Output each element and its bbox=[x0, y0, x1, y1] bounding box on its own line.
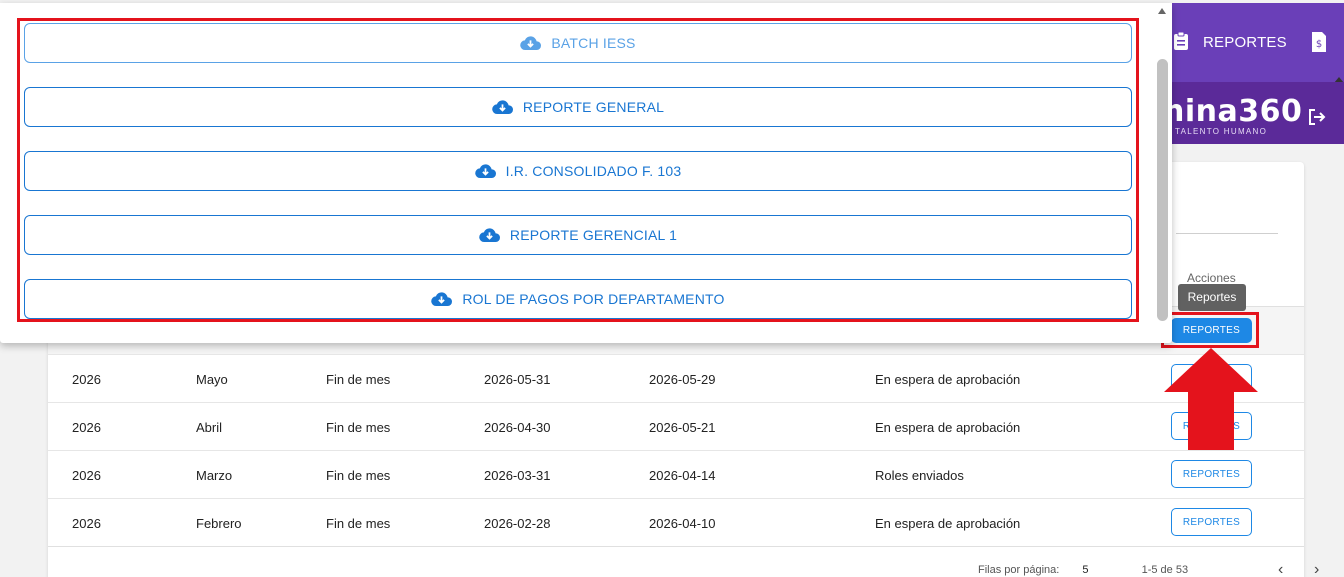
cell-date-end: 2026-03-31 bbox=[484, 468, 551, 483]
button-label: BATCH IESS bbox=[551, 35, 636, 51]
brand-banner: nina360 E TALENTO HUMANO bbox=[1163, 82, 1344, 144]
cell-status: En espera de aprobación bbox=[875, 420, 1021, 435]
cell-date-sent: 2026-05-29 bbox=[649, 372, 716, 387]
reports-dialog: BATCH IESS REPORTE GENERAL I.R. CONSOLID… bbox=[0, 3, 1172, 343]
dialog-scrollbar[interactable] bbox=[1157, 59, 1168, 321]
reportes-button[interactable]: REPORTES bbox=[1171, 460, 1252, 488]
cell-status: En espera de aprobación bbox=[875, 372, 1021, 387]
reporte-general-button[interactable]: REPORTE GENERAL bbox=[24, 87, 1132, 127]
cell-status: En espera de aprobación bbox=[875, 516, 1021, 531]
cloud-download-icon bbox=[474, 164, 496, 179]
brand-logo: nina360 bbox=[1163, 94, 1303, 129]
cell-type: Fin de mes bbox=[326, 372, 391, 387]
cell-month: Abril bbox=[196, 420, 223, 435]
batch-iess-button[interactable]: BATCH IESS bbox=[24, 23, 1132, 63]
button-label: ROL DE PAGOS POR DEPARTAMENTO bbox=[462, 291, 725, 307]
reportes-nav-label[interactable]: REPORTES bbox=[1203, 34, 1287, 51]
cell-status: Roles enviados bbox=[875, 468, 964, 483]
top-navbar: REPORTES $ bbox=[1165, 3, 1344, 83]
logout-icon[interactable] bbox=[1308, 108, 1326, 126]
cell-date-sent: 2026-04-10 bbox=[649, 516, 716, 531]
next-page-icon[interactable]: › bbox=[1314, 561, 1319, 577]
column-header-acciones: Acciones bbox=[1187, 271, 1236, 285]
button-label: REPORTE GENERAL bbox=[522, 99, 665, 115]
cell-month: Mayo bbox=[196, 372, 228, 387]
cell-type: Fin de mes bbox=[326, 468, 391, 483]
reportes-tooltip: Reportes bbox=[1178, 284, 1246, 311]
cloud-download-icon bbox=[479, 228, 500, 243]
pagination-range: 1-5 de 53 bbox=[1141, 564, 1189, 576]
cell-date-end: 2026-04-30 bbox=[484, 420, 551, 435]
cell-year: 2026 bbox=[72, 372, 101, 387]
table-row: 2026 Abril Fin de mes 2026-04-30 2026-05… bbox=[48, 402, 1304, 450]
cell-date-sent: 2026-05-21 bbox=[649, 420, 716, 435]
table-row: 2026 Febrero Fin de mes 2026-02-28 2026-… bbox=[48, 498, 1304, 546]
cloud-download-icon bbox=[431, 292, 453, 307]
cloud-download-icon bbox=[520, 36, 542, 51]
cell-year: 2026 bbox=[72, 468, 101, 483]
cell-type: Fin de mes bbox=[326, 420, 391, 435]
cell-month: Marzo bbox=[196, 468, 233, 483]
cell-year: 2026 bbox=[72, 516, 101, 531]
clipboard-icon[interactable] bbox=[1173, 31, 1189, 51]
cell-type: Fin de mes bbox=[326, 516, 391, 531]
cell-date-sent: 2026-04-14 bbox=[649, 468, 716, 483]
reporte-gerencial-button[interactable]: REPORTE GERENCIAL 1 bbox=[24, 215, 1132, 255]
header-divider bbox=[1176, 233, 1278, 234]
table-row: 2026 Marzo Fin de mes 2026-03-31 2026-04… bbox=[48, 450, 1304, 498]
cell-date-end: 2026-05-31 bbox=[484, 372, 551, 387]
rows-per-page-select[interactable]: 5 bbox=[1082, 564, 1088, 576]
button-label: I.R. CONSOLIDADO F. 103 bbox=[505, 163, 682, 179]
dialog-scroll-up-icon[interactable] bbox=[1158, 8, 1166, 14]
cell-year: 2026 bbox=[72, 420, 101, 435]
ir-consolidado-button[interactable]: I.R. CONSOLIDADO F. 103 bbox=[24, 151, 1132, 191]
cell-date-end: 2026-02-28 bbox=[484, 516, 551, 531]
reportes-button-active[interactable]: REPORTES bbox=[1171, 318, 1252, 343]
button-label: REPORTE GERENCIAL 1 bbox=[509, 227, 678, 243]
svg-text:$: $ bbox=[1316, 39, 1322, 50]
brand-tagline: E TALENTO HUMANO bbox=[1165, 127, 1268, 136]
rol-de-pagos-button[interactable]: ROL DE PAGOS POR DEPARTAMENTO bbox=[24, 279, 1132, 319]
rows-per-page-label: Filas por página: bbox=[978, 564, 1060, 576]
cell-month: Febrero bbox=[196, 516, 242, 531]
prev-page-icon[interactable]: ‹ bbox=[1278, 561, 1283, 577]
table-footer-divider bbox=[48, 546, 1304, 547]
table-row: 2026 Mayo Fin de mes 2026-05-31 2026-05-… bbox=[48, 354, 1304, 402]
invoice-icon[interactable]: $ bbox=[1311, 31, 1327, 53]
cloud-download-icon bbox=[492, 100, 513, 115]
table-pagination: Filas por página: 5 1-5 de 53 ‹ › bbox=[978, 561, 1319, 577]
up-arrow-annotation-icon bbox=[1164, 348, 1258, 450]
reportes-button[interactable]: REPORTES bbox=[1171, 508, 1252, 536]
